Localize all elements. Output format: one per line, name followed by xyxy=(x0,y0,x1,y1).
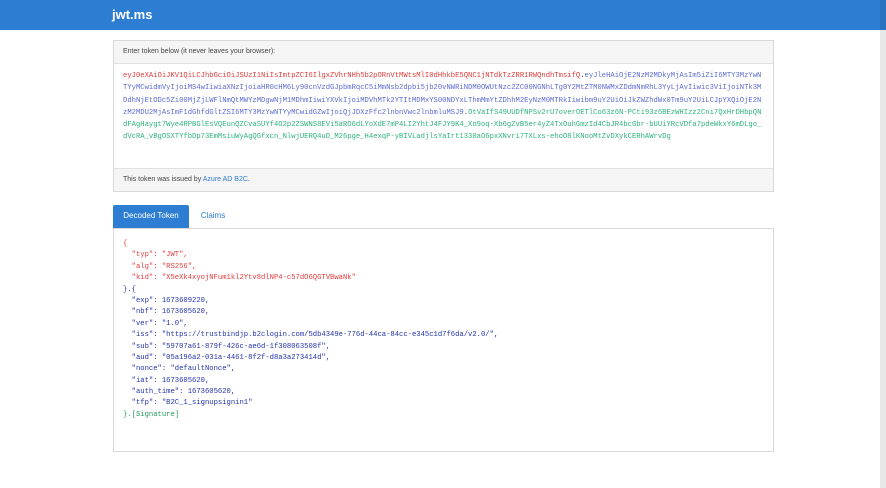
decoded-line: "iat": 1673605620, xyxy=(123,376,210,385)
decoded-line: "iss": "https://trustbindjp.b2clogin.com… xyxy=(123,331,499,340)
decoded-token-panel: { "typ": "JWT", "alg": "RS256", "kid": "… xyxy=(113,228,774,452)
decoded-line: }.[Signature] xyxy=(123,410,180,419)
decoded-line: "ver": "1.0", xyxy=(123,319,188,328)
app-title[interactable]: jwt.ms xyxy=(112,7,152,22)
issuer-prefix: This token was issued by xyxy=(123,176,203,183)
decoded-line: "aud": "05a196a2-031a-4461-8f2f-d8a3a273… xyxy=(123,353,331,362)
decoded-line: "typ": "JWT", xyxy=(123,251,188,260)
decoded-line: "kid": "X5eXk4xyojNFum1kl2Ytv8dlNP4-c57d… xyxy=(123,274,356,283)
tab-claims[interactable]: Claims xyxy=(189,205,237,228)
decoded-line: "tfp": "B2C_1_signupsignin1" xyxy=(123,399,253,408)
token-header-segment: eyJ0eXAiOiJKV1QiLCJhbGciOiJSUzI1NiIsImtp… xyxy=(123,72,581,80)
decoded-line: { xyxy=(123,240,128,248)
decoded-line: }.{ xyxy=(123,285,136,294)
navbar-edge xyxy=(880,0,886,30)
decoded-line: "nbf": 1673605620, xyxy=(123,308,210,317)
issuer-suffix: . xyxy=(247,176,250,183)
result-tabs: Decoded Token Claims xyxy=(113,205,774,228)
decoded-line: "nonce": "defaultNonce", xyxy=(123,365,236,374)
tab-decoded-token[interactable]: Decoded Token xyxy=(113,205,189,228)
scrollbar[interactable] xyxy=(880,30,886,488)
decoded-line: "auth_time": 1673605620, xyxy=(123,388,236,397)
token-panel: Enter token below (it never leaves your … xyxy=(113,40,774,192)
token-input[interactable]: eyJ0eXAiOiJKV1QiLCJhbGciOiJSUzI1NiIsImtp… xyxy=(114,64,773,168)
decoded-line: "sub": "59707a61-879f-426c-ae6d-1f308063… xyxy=(123,342,331,351)
issuer-link[interactable]: Azure AD B2C xyxy=(203,176,248,183)
decoded-line: "exp": 1673609220, xyxy=(123,296,210,305)
token-instruction: Enter token below (it never leaves your … xyxy=(114,41,773,64)
issuer-note: This token was issued by Azure AD B2C. xyxy=(114,168,773,191)
top-navbar: jwt.ms xyxy=(0,0,886,30)
decoded-line: "alg": "RS256", xyxy=(123,262,197,271)
